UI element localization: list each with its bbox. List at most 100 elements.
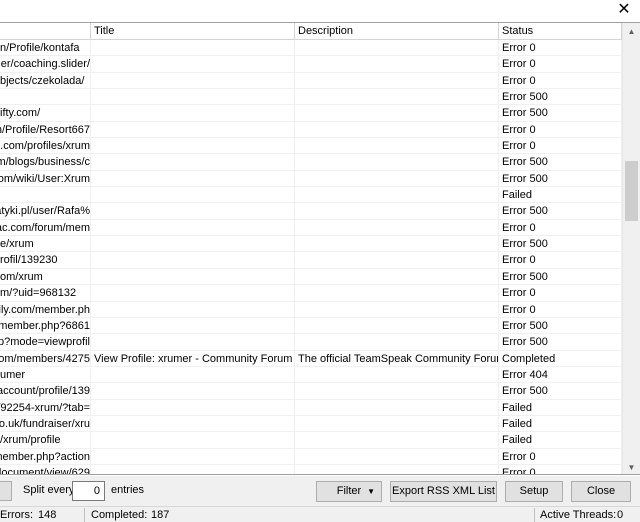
cell-status: Error 0 bbox=[499, 219, 622, 236]
cell-status: Error 500 bbox=[499, 203, 622, 220]
table-row[interactable]: om/xrum Error 500 bbox=[0, 268, 622, 286]
cell-description bbox=[295, 464, 499, 474]
active-threads-label: Active Threads: bbox=[540, 509, 617, 521]
cell-status: Failed bbox=[499, 415, 622, 432]
table-row[interactable]: co.uk/fundraiser/xru Failed bbox=[0, 415, 622, 433]
cell-title bbox=[91, 72, 295, 89]
cell-url: m/?uid=968132 bbox=[0, 285, 91, 302]
cell-description bbox=[295, 219, 499, 236]
vertical-scrollbar[interactable]: ▲ ▼ bbox=[622, 23, 640, 474]
column-header-description[interactable]: Description bbox=[295, 23, 499, 40]
close-button[interactable]: Close bbox=[571, 481, 631, 502]
table-row[interactable]: Failed bbox=[0, 187, 622, 204]
scrollbar-thumb[interactable] bbox=[625, 161, 638, 221]
cell-description bbox=[295, 448, 499, 465]
cell-status: Error 404 bbox=[499, 366, 622, 383]
cell-url: om/members/4275 bbox=[0, 350, 91, 367]
cell-title bbox=[91, 187, 295, 204]
table-row[interactable]: n/Profile/kontafa Error 0 bbox=[0, 40, 622, 57]
cell-title bbox=[91, 56, 295, 73]
cell-description bbox=[295, 203, 499, 220]
cell-status: Error 0 bbox=[499, 285, 622, 302]
window-titlebar: ✕ bbox=[0, 0, 640, 22]
cell-url: ac.com/forum/mem bbox=[0, 219, 91, 236]
cell-description bbox=[295, 252, 499, 269]
table-row[interactable]: Error 500 bbox=[0, 89, 622, 106]
table-row[interactable]: e/92254-xrum/?tab= Failed bbox=[0, 399, 622, 416]
table-row[interactable]: om/members/4275 View Profile: xrumer - Co… bbox=[0, 350, 622, 367]
table-row[interactable]: atyki.pl/user/Rafa% Error 500 bbox=[0, 203, 622, 220]
table-body: n/Profile/kontafa Error 0 ner/coaching.sli… bbox=[0, 40, 622, 474]
column-header-url[interactable] bbox=[0, 23, 91, 40]
filter-button-label: Filter bbox=[336, 485, 362, 497]
cell-status: Error 0 bbox=[499, 121, 622, 138]
export-rss-button[interactable]: Export RSS XML List bbox=[390, 481, 497, 502]
cell-title bbox=[91, 334, 295, 351]
left-partial-button[interactable] bbox=[0, 481, 12, 501]
cell-description bbox=[295, 72, 499, 89]
completed-label: Completed: bbox=[91, 509, 148, 521]
column-header-status[interactable]: Status bbox=[499, 23, 622, 40]
table-row[interactable]: /account/profile/139 Error 500 bbox=[0, 383, 622, 400]
close-window-icon[interactable]: ✕ bbox=[616, 2, 632, 18]
cell-url: om/xrum bbox=[0, 268, 91, 285]
cell-title bbox=[91, 432, 295, 449]
cell-status: Error 0 bbox=[499, 72, 622, 89]
table-row[interactable]: n/Profile/Resort667 Error 0 bbox=[0, 121, 622, 139]
table-row[interactable]: m/blogs/business/c Error 500 bbox=[0, 154, 622, 171]
table-row[interactable]: rofil/139230 Error 0 bbox=[0, 252, 622, 269]
cell-status: Failed bbox=[499, 399, 622, 416]
scroll-down-icon[interactable]: ▼ bbox=[623, 459, 640, 474]
cell-url: o.com/profiles/xrum bbox=[0, 138, 91, 155]
table-row[interactable]: /document/view/629 Error 0 bbox=[0, 464, 622, 474]
table-row[interactable]: ner/coaching.slider/Error 0 bbox=[0, 56, 622, 73]
cell-title bbox=[91, 317, 295, 334]
table-row[interactable]: member.php?6861 Error 500 bbox=[0, 317, 622, 335]
table-row[interactable]: member.php?action Error 0 bbox=[0, 448, 622, 465]
table-row[interactable]: e/xrum Error 500 bbox=[0, 236, 622, 253]
cell-title bbox=[91, 170, 295, 187]
filter-button[interactable]: Filter ▼ bbox=[316, 481, 382, 502]
cell-title: View Profile: xrumer - Community Forum - bbox=[91, 350, 295, 367]
dropdown-arrow-icon: ▼ bbox=[367, 487, 375, 496]
cell-status: Failed bbox=[499, 432, 622, 449]
table-row[interactable]: umer Error 404 bbox=[0, 366, 622, 384]
cell-title bbox=[91, 236, 295, 253]
cell-description bbox=[295, 285, 499, 302]
column-header-title[interactable]: Title bbox=[91, 23, 295, 40]
cell-url: member.php?6861 bbox=[0, 317, 91, 334]
cell-status: Error 0 bbox=[499, 301, 622, 318]
cell-description bbox=[295, 415, 499, 432]
setup-button[interactable]: Setup bbox=[505, 481, 563, 502]
table-row[interactable]: o.com/profiles/xrum Error 0 bbox=[0, 138, 622, 155]
cell-url: ily.com/member.ph bbox=[0, 301, 91, 318]
table-row[interactable]: bjects/czekolada/Error 0 bbox=[0, 72, 622, 90]
cell-url: p?mode=viewprofil bbox=[0, 334, 91, 351]
table-row[interactable]: m/?uid=968132 Error 0 bbox=[0, 285, 622, 302]
cell-title bbox=[91, 285, 295, 302]
cell-status: Error 500 bbox=[499, 383, 622, 400]
cell-description bbox=[295, 89, 499, 106]
table-row[interactable]: p?mode=viewprofil Error 500 bbox=[0, 334, 622, 351]
cell-description bbox=[295, 121, 499, 138]
cell-url: bjects/czekolada/ bbox=[0, 72, 91, 89]
scroll-up-icon[interactable]: ▲ bbox=[623, 23, 640, 40]
cell-description bbox=[295, 40, 499, 56]
cell-title bbox=[91, 464, 295, 474]
cell-status: Error 0 bbox=[499, 252, 622, 269]
cell-url: /document/view/629 bbox=[0, 464, 91, 474]
cell-url bbox=[0, 89, 91, 106]
table-row[interactable]: com/wiki/User:Xrum Error 500 bbox=[0, 170, 622, 188]
table-row[interactable]: /xrum/profile Failed bbox=[0, 432, 622, 449]
table-row[interactable]: ifty.com/Error 500 bbox=[0, 105, 622, 122]
cell-title bbox=[91, 301, 295, 318]
cell-url bbox=[0, 187, 91, 204]
cell-description bbox=[295, 187, 499, 204]
table-row[interactable]: ac.com/forum/mem Error 0 bbox=[0, 219, 622, 237]
cell-url: ner/coaching.slider/ bbox=[0, 56, 91, 73]
cell-url: ifty.com/ bbox=[0, 105, 91, 122]
split-every-input[interactable] bbox=[72, 481, 105, 501]
cell-title bbox=[91, 383, 295, 400]
table-row[interactable]: ily.com/member.ph Error 0 bbox=[0, 301, 622, 318]
cell-description bbox=[295, 366, 499, 383]
